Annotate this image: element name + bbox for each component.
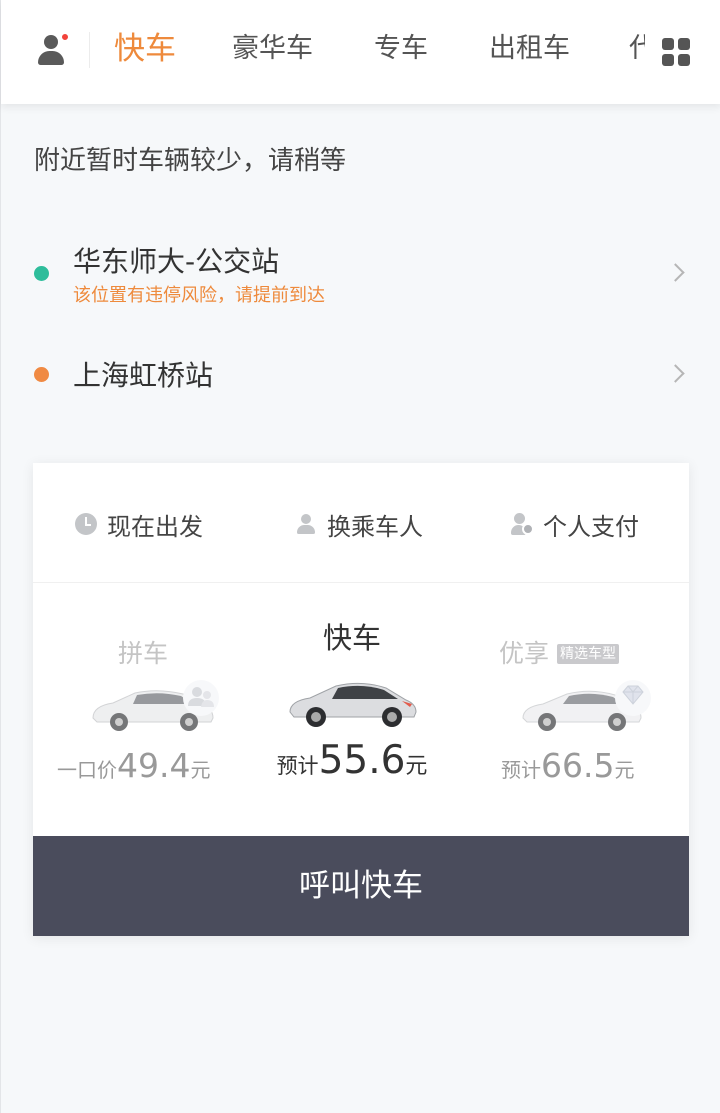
featured-badge: 精选车型 <box>557 644 620 664</box>
change-passenger-option[interactable]: 换乘车人 <box>295 507 423 541</box>
ride-type-tab-bar: 快车 豪华车 专车 出租车 代 <box>1 0 720 104</box>
tab-taxi[interactable]: 出租车 <box>489 28 570 70</box>
car-price: 预计55.6元 <box>276 738 428 783</box>
car-price: 一口价49.4元 <box>57 746 211 785</box>
pickup-warning: 该位置有违停风险，请提前到达 <box>73 285 325 306</box>
destination-name: 上海虹桥站 <box>73 359 214 392</box>
pickup-dot-icon <box>34 266 49 281</box>
clock-icon <box>75 513 97 535</box>
car-image <box>92 680 219 731</box>
notification-dot <box>60 32 70 42</box>
status-notice: 附近暂时车辆较少，请稍等 <box>34 146 347 176</box>
change-passenger-label: 换乘车人 <box>327 512 423 541</box>
depart-time-label: 现在出发 <box>107 512 203 541</box>
trip-options-row: 现在出发 换乘车人 个人支付 <box>33 463 689 583</box>
car-option-express[interactable]: 快车 预计55.6元 <box>252 584 452 836</box>
chevron-right-icon <box>666 263 685 282</box>
car-title: 优享 精选车型 <box>499 634 620 670</box>
app-screen: 快车 豪华车 专车 出租车 代 附近暂时车辆较少，请稍等 华东师大-公交站 该位… <box>0 0 720 1113</box>
tab-designated-driver[interactable]: 代 <box>629 28 645 70</box>
tab-express[interactable]: 快车 <box>114 28 176 70</box>
pickup-name: 华东师大-公交站 <box>73 245 280 278</box>
car-option-carpool[interactable]: 拼车 一口价49.4元 <box>43 584 243 836</box>
car-option-premium[interactable]: 优享 精选车型 预计66.5元 <box>463 584 663 836</box>
car-image <box>522 680 651 731</box>
destination-location-row[interactable]: 上海虹桥站 <box>1 350 720 400</box>
tab-premier[interactable]: 专车 <box>374 28 428 70</box>
payment-option[interactable]: 个人支付 <box>511 507 639 541</box>
payment-person-icon <box>511 513 534 535</box>
all-services-grid-icon[interactable] <box>662 38 690 66</box>
depart-time-option[interactable]: 现在出发 <box>75 507 203 541</box>
payment-label: 个人支付 <box>543 512 639 541</box>
car-type-selector: 拼车 一口价49.4元 快车 预计55.6元 优享 精选车型 预计66.5元 <box>33 584 689 836</box>
car-image <box>289 682 417 727</box>
user-avatar-icon[interactable] <box>35 31 71 67</box>
divider <box>89 32 90 68</box>
car-price: 预计66.5元 <box>501 746 635 785</box>
order-card: 现在出发 换乘车人 个人支付 拼车 一口价49.4元 快车 预计55.6元 优享… <box>33 463 689 936</box>
car-title: 快车 <box>322 621 381 655</box>
destination-dot-icon <box>34 367 49 382</box>
car-title: 拼车 <box>117 639 168 668</box>
pickup-location-row[interactable]: 华东师大-公交站 该位置有违停风险，请提前到达 <box>1 236 720 316</box>
call-car-button[interactable]: 呼叫快车 <box>33 836 689 936</box>
person-icon <box>295 513 317 535</box>
chevron-right-icon <box>666 364 685 383</box>
tab-luxury[interactable]: 豪华车 <box>232 28 313 70</box>
